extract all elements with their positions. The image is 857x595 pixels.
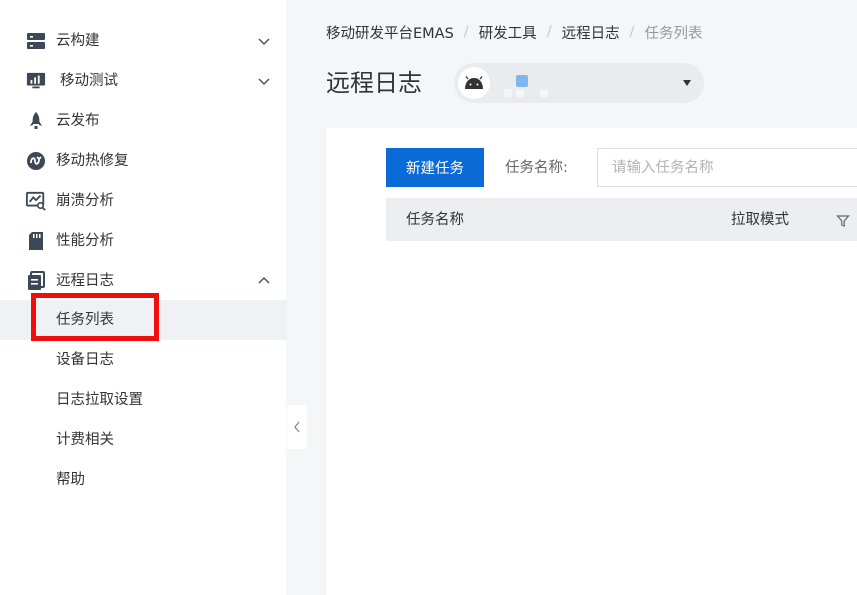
app-name-redacted (516, 75, 528, 87)
sidebar-collapse-button[interactable] (287, 405, 307, 449)
sidebar-item-label: 移动测试 (60, 73, 118, 89)
sidebar-item-label: 性能分析 (56, 233, 114, 249)
column-header-fetch-mode: 拉取模式 (731, 212, 789, 228)
sidebar-item-cloud-build[interactable]: 云构建 (0, 21, 286, 61)
monitor-chart-icon (26, 71, 46, 91)
sidebar-item-remote-log[interactable]: 远程日志 (0, 261, 286, 301)
server-icon (26, 31, 46, 51)
sd-card-icon (26, 231, 46, 251)
sidebar-subitem-device-log[interactable]: 设备日志 (0, 340, 286, 380)
sidebar-subitem-help[interactable]: 帮助 (0, 460, 286, 500)
app-selector[interactable] (454, 63, 704, 103)
chevron-down-icon (258, 78, 270, 86)
hotfix-icon (26, 151, 46, 171)
crash-analysis-icon (26, 191, 46, 211)
page-title: 远程日志 (326, 69, 422, 97)
breadcrumb-current: 任务列表 (644, 25, 703, 42)
sidebar-item-performance[interactable]: 性能分析 (0, 221, 286, 261)
breadcrumb: 移动研发平台EMAS / 研发工具 / 远程日志 / 任务列表 (326, 22, 702, 42)
chevron-up-icon (258, 276, 270, 284)
sidebar-subitem-label: 日志拉取设置 (56, 392, 143, 408)
sidebar-item-label: 移动热修复 (56, 153, 129, 169)
table-header: 任务名称 拉取模式 (386, 198, 857, 241)
app-name-redacted (540, 89, 548, 97)
sidebar: 云构建 移动测试 云发布 移动热修复 崩溃分析 性能分析 远程日志 任务列表 设… (0, 0, 286, 595)
sidebar-item-label: 云构建 (56, 33, 100, 49)
sidebar-subitem-label: 任务列表 (56, 312, 114, 328)
sidebar-subitem-billing[interactable]: 计费相关 (0, 420, 286, 460)
sidebar-item-hotfix[interactable]: 移动热修复 (0, 141, 286, 181)
filter-icon[interactable] (836, 214, 850, 228)
app-name-redacted (516, 89, 524, 97)
chevron-down-icon (258, 38, 270, 46)
column-header-task-name: 任务名称 (406, 212, 464, 228)
sidebar-item-label: 崩溃分析 (56, 193, 114, 209)
breadcrumb-item[interactable]: 远程日志 (562, 22, 620, 43)
task-name-search-input[interactable] (597, 148, 857, 187)
sidebar-subitem-label: 帮助 (56, 472, 85, 488)
breadcrumb-separator: / (629, 24, 635, 40)
breadcrumb-item[interactable]: 移动研发平台EMAS (326, 22, 454, 43)
sidebar-subitem-label: 计费相关 (56, 432, 114, 448)
new-task-button[interactable]: 新建任务 (386, 148, 484, 187)
rocket-icon (26, 111, 46, 131)
sidebar-item-cloud-publish[interactable]: 云发布 (0, 101, 286, 141)
task-name-filter-label: 任务名称: (505, 160, 568, 176)
breadcrumb-separator: / (463, 24, 469, 40)
document-icon (26, 271, 46, 291)
breadcrumb-item[interactable]: 研发工具 (479, 22, 537, 43)
sidebar-item-label: 远程日志 (56, 273, 114, 289)
sidebar-item-crash-analysis[interactable]: 崩溃分析 (0, 181, 286, 221)
sidebar-subitem-label: 设备日志 (56, 352, 114, 368)
android-icon (458, 67, 490, 99)
app-name-redacted (504, 89, 512, 97)
sidebar-item-label: 云发布 (56, 113, 100, 129)
sidebar-subitem-task-list[interactable]: 任务列表 (0, 300, 286, 340)
breadcrumb-separator: / (546, 24, 552, 40)
sidebar-item-mobile-test[interactable]: 移动测试 (0, 61, 286, 101)
sidebar-subitem-log-fetch-settings[interactable]: 日志拉取设置 (0, 380, 286, 420)
caret-down-icon (683, 80, 691, 86)
chevron-left-icon (294, 421, 300, 433)
